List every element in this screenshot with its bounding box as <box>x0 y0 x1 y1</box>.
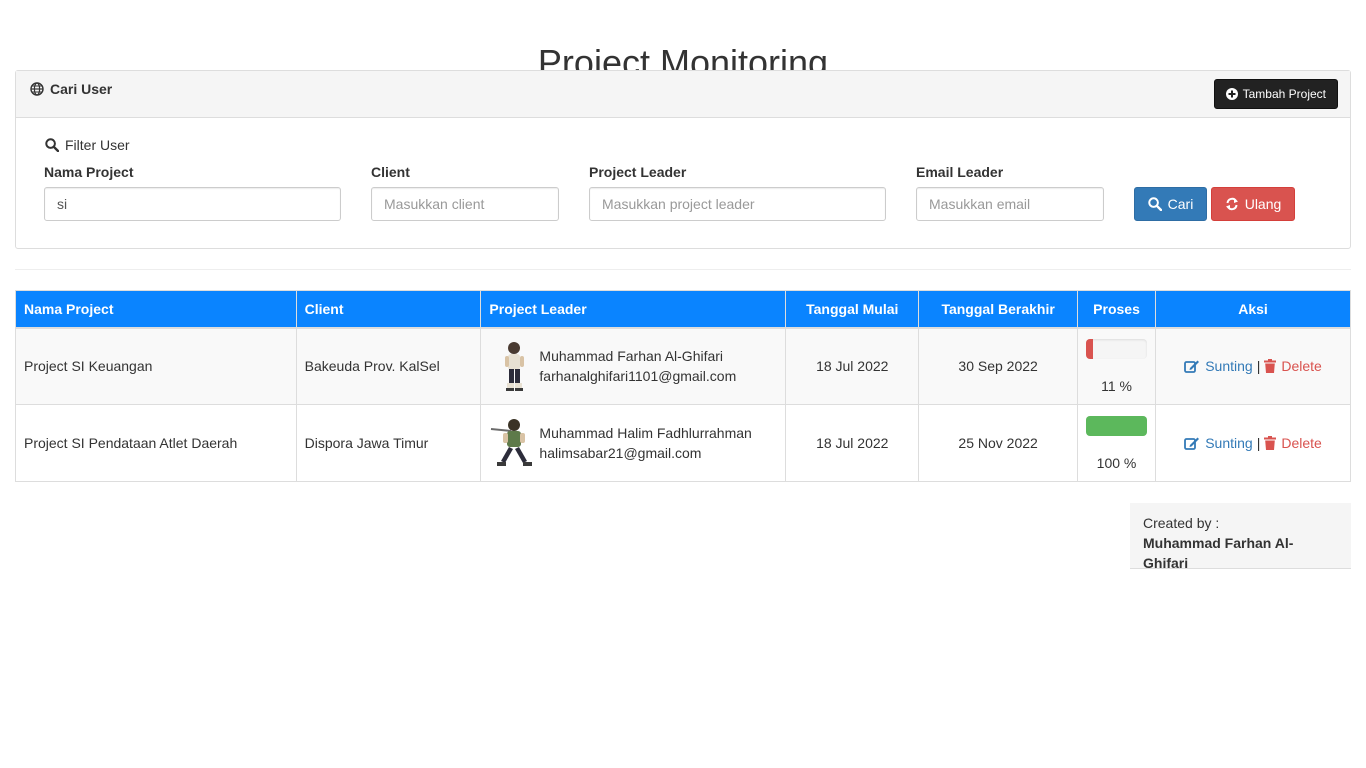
progress-cell: 100 % <box>1077 404 1157 482</box>
project-leader-label: Project Leader <box>589 164 687 180</box>
table-row: Project SI Pendataan Atlet Daerah Dispor… <box>15 404 1351 482</box>
edit-icon <box>1184 359 1200 374</box>
search-panel: Cari User Tambah Project Filter User Nam… <box>15 70 1351 249</box>
globe-icon <box>30 82 44 96</box>
actions-cell: Sunting | Delete <box>1155 404 1351 482</box>
reset-button-label: Ulang <box>1244 196 1282 212</box>
search-icon <box>45 138 59 152</box>
end-date-cell: 30 Sep 2022 <box>918 327 1079 405</box>
edit-icon <box>1184 436 1200 450</box>
email-leader-input[interactable] <box>916 187 1104 221</box>
edit-link[interactable]: Sunting <box>1184 358 1253 375</box>
start-date-cell: 18 Jul 2022 <box>785 404 920 482</box>
client-cell: Bakeuda Prov. KalSel <box>295 327 482 405</box>
column-header[interactable]: Nama Project <box>15 290 297 329</box>
progress-bar <box>1086 339 1148 360</box>
reset-button[interactable]: Ulang <box>1211 187 1295 221</box>
edit-label: Sunting <box>1205 435 1253 451</box>
delete-label: Delete <box>1281 358 1322 375</box>
edit-link[interactable]: Sunting <box>1184 435 1253 451</box>
plus-circle-icon <box>1225 88 1238 100</box>
client-input[interactable] <box>371 187 559 221</box>
add-project-button[interactable]: Tambah Project <box>1213 79 1338 109</box>
project-name-label: Nama Project <box>44 164 134 180</box>
leader-name: Muhammad Farhan Al-Ghifari <box>539 348 724 365</box>
panel-title: Cari User <box>30 81 112 97</box>
filter-label-text: Filter User <box>65 137 130 153</box>
progress-bar <box>1086 416 1148 436</box>
action-separator: | <box>1256 358 1261 375</box>
leader-email: farhanalghifari1101@gmail.com <box>539 368 737 385</box>
progress-percent: 11 % <box>1101 378 1132 395</box>
end-date-cell: 25 Nov 2022 <box>918 404 1079 482</box>
search-button[interactable]: Cari <box>1134 187 1207 221</box>
leader-name: Muhammad Halim Fadhlurrahman <box>539 425 752 441</box>
delete-label: Delete <box>1281 435 1322 451</box>
filter-label: Filter User <box>45 137 130 153</box>
client-label: Client <box>371 164 410 180</box>
column-header[interactable]: Project Leader <box>480 290 787 329</box>
table-header-row: Nama Project Client Project Leader Tangg… <box>15 290 1351 329</box>
client-cell: Dispora Jawa Timur <box>295 404 482 482</box>
project-name-cell: Project SI Pendataan Atlet Daerah <box>15 404 297 482</box>
panel-heading: Cari User Tambah Project <box>16 71 1350 118</box>
project-table: Nama Project Client Project Leader Tangg… <box>15 290 1351 482</box>
refresh-icon <box>1225 197 1239 211</box>
avatar <box>489 340 539 392</box>
trash-icon <box>1264 359 1277 374</box>
leader-cell: Muhammad Farhan Al-Ghifari farhanalghifa… <box>480 327 787 405</box>
start-date-cell: 18 Jul 2022 <box>785 327 920 405</box>
leader-cell: Muhammad Halim Fadhlurrahman halimsabar2… <box>480 404 787 482</box>
search-icon <box>1147 197 1162 211</box>
column-header: Aksi <box>1155 290 1351 329</box>
panel-title-text: Cari User <box>50 81 113 97</box>
project-name-cell: Project SI Keuangan <box>15 327 297 405</box>
project-name-input[interactable] <box>44 187 341 221</box>
actions-cell: Sunting | Delete <box>1155 327 1351 405</box>
progress-fill <box>1086 339 1093 360</box>
action-separator: | <box>1256 435 1261 451</box>
credit-label: Created by : <box>1143 515 1220 531</box>
column-header[interactable]: Proses <box>1077 290 1157 329</box>
progress-fill <box>1086 416 1148 436</box>
delete-link[interactable]: Delete <box>1264 435 1322 451</box>
divider <box>15 269 1351 270</box>
avatar <box>489 417 539 469</box>
column-header[interactable]: Tanggal Mulai <box>785 290 920 329</box>
add-project-label: Tambah Project <box>1242 87 1326 101</box>
progress-cell: 11 % <box>1077 327 1157 405</box>
leader-email: halimsabar21@gmail.com <box>539 445 702 461</box>
progress-percent: 100 % <box>1096 455 1137 471</box>
trash-icon <box>1264 436 1277 450</box>
credit-box: Created by : Muhammad Farhan Al-Ghifari <box>1130 503 1351 571</box>
delete-link[interactable]: Delete <box>1264 358 1322 375</box>
column-header[interactable]: Client <box>295 290 482 329</box>
credit-name: Muhammad Farhan Al-Ghifari <box>1143 535 1294 571</box>
search-button-label: Cari <box>1167 196 1194 212</box>
email-leader-label: Email Leader <box>916 164 1004 180</box>
column-header[interactable]: Tanggal Berakhir <box>918 290 1079 329</box>
table-row: Project SI Keuangan Bakeuda Prov. KalSel <box>15 327 1351 405</box>
project-leader-input[interactable] <box>589 187 886 221</box>
edit-label: Sunting <box>1205 358 1253 375</box>
